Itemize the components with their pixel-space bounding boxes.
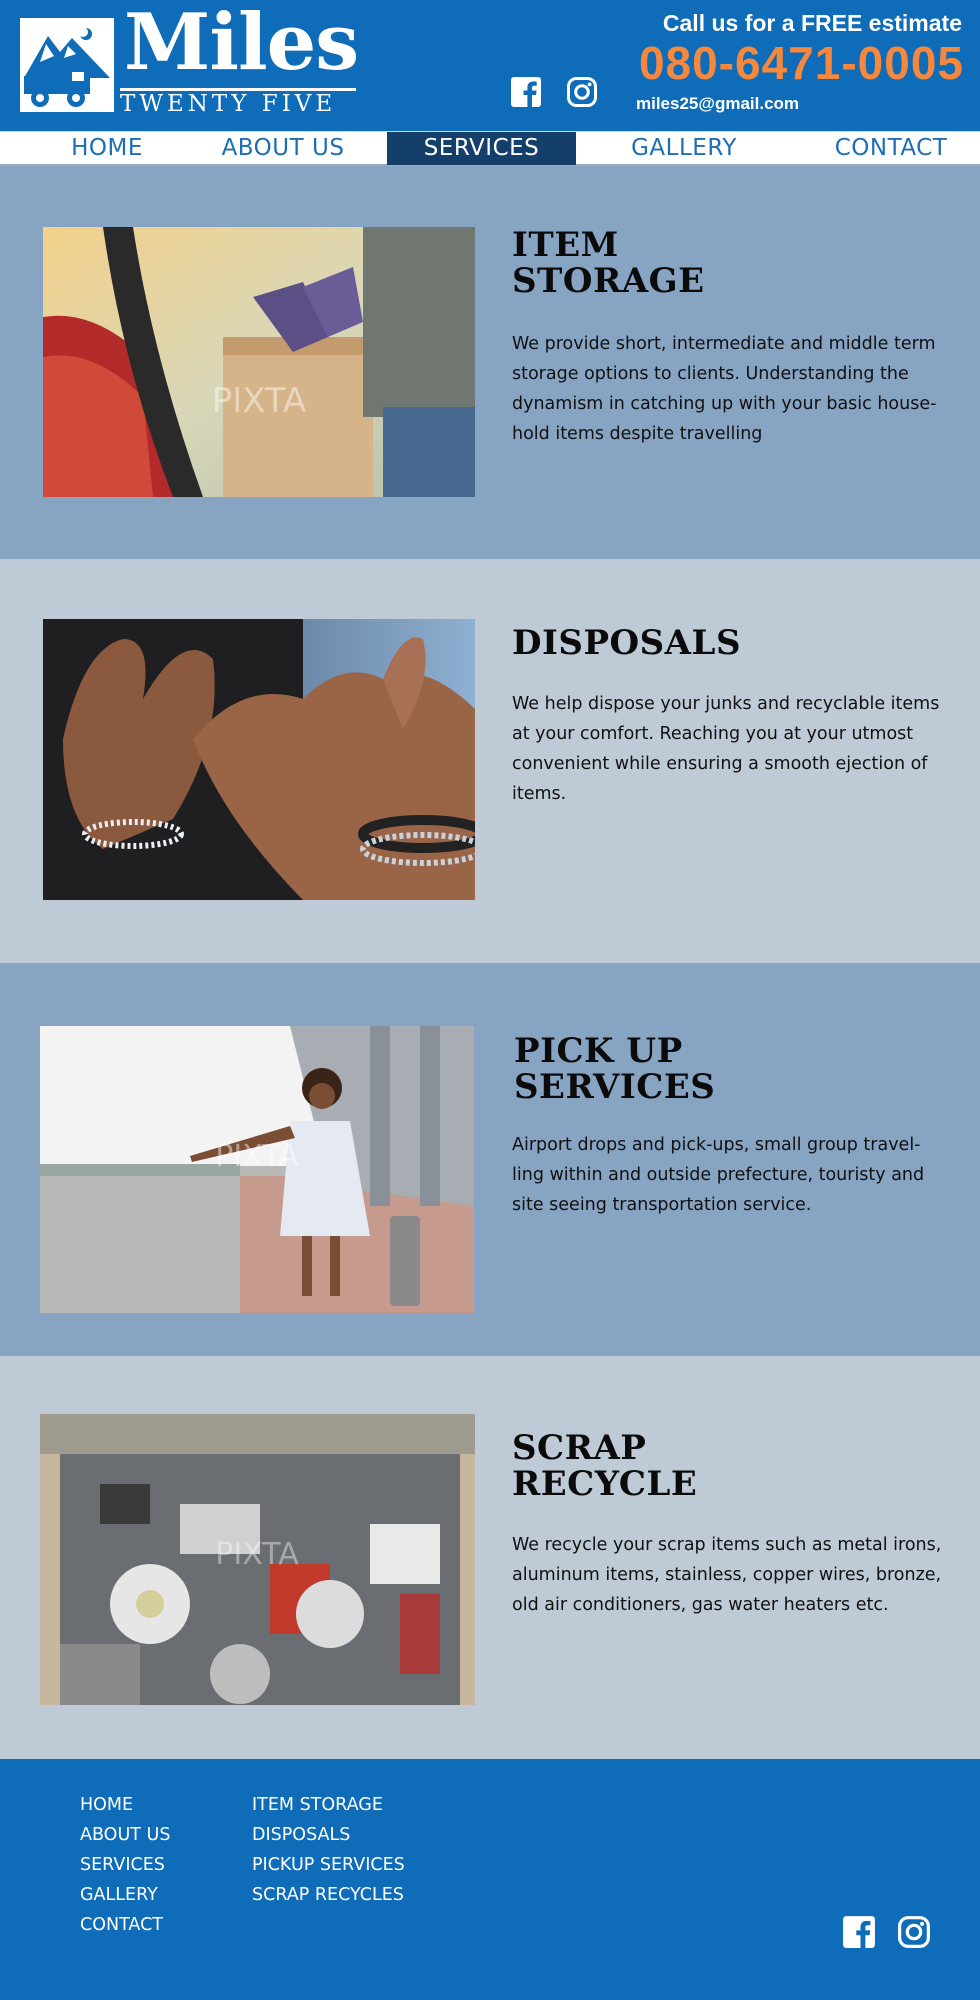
pick-up-photo: PIXTA (40, 1026, 474, 1313)
service-title: SCRAP RECYCLE (512, 1428, 698, 1504)
scrap-recycle-photo: PIXTA (40, 1414, 475, 1705)
service-scrap-recycle: PIXTA SCRAP RECYCLE We recycle your scra… (0, 1356, 980, 1759)
facebook-icon[interactable] (510, 76, 542, 108)
service-description: We recycle your scrap items such as meta… (512, 1535, 942, 1615)
service-disposals: DISPOSALS We help dispose your junks and… (0, 559, 980, 963)
phone-number[interactable]: 080-6471-0005 (639, 36, 964, 90)
service-pick-up: PIXTA PICK UP SERVICES Airport drops and… (0, 963, 980, 1356)
footer-link-services[interactable]: SERVICES (80, 1855, 165, 1875)
service-item-storage: PIXTA ITEM STORAGE We provide short, int… (0, 166, 980, 559)
footer-link-item-storage[interactable]: ITEM STORAGE (252, 1795, 383, 1815)
free-estimate-text: Call us for a FREE estimate (662, 10, 962, 36)
nav-contact[interactable]: CONTACT (810, 132, 972, 165)
facebook-icon[interactable] (842, 1915, 876, 1949)
footer-link-scrap-recycles[interactable]: SCRAP RECYCLES (252, 1885, 404, 1905)
footer-link-disposals[interactable]: DISPOSALS (252, 1825, 350, 1845)
brand-tagline: TWENTY FIVE (120, 88, 356, 116)
email-address[interactable]: miles25@gmail.com (636, 94, 799, 114)
service-title: ITEM STORAGE (512, 225, 705, 301)
nav-home[interactable]: HOME (30, 132, 184, 165)
logo[interactable]: Miles TWENTY FIVE (20, 4, 359, 116)
instagram-icon[interactable] (566, 76, 598, 108)
site-header: Miles TWENTY FIVE Call us for a FREE est… (0, 0, 980, 131)
service-title: DISPOSALS (512, 623, 742, 663)
footer-link-about-us[interactable]: ABOUT US (80, 1825, 170, 1845)
footer-link-gallery[interactable]: GALLERY (80, 1885, 158, 1905)
svg-text:PIXTA: PIXTA (215, 1537, 299, 1572)
service-title: PICK UP SERVICES (514, 1031, 716, 1107)
service-description: We help dispose your junks and recyclabl… (512, 694, 940, 804)
svg-text:PIXTA: PIXTA (212, 381, 307, 421)
disposals-photo (43, 619, 475, 900)
service-description: We provide short, intermediate and middl… (512, 334, 937, 444)
nav-about-us[interactable]: ABOUT US (200, 132, 366, 165)
main-nav: HOME ABOUT US SERVICES GALLERY CONTACT (0, 131, 980, 166)
footer-link-contact[interactable]: CONTACT (80, 1915, 163, 1935)
instagram-icon[interactable] (897, 1915, 931, 1949)
svg-text:PIXTA: PIXTA (215, 1139, 299, 1174)
footer-link-home[interactable]: HOME (80, 1795, 133, 1815)
truck-logo-icon (20, 18, 114, 112)
brand-name: Miles (124, 0, 359, 88)
nav-services[interactable]: SERVICES (387, 132, 576, 165)
nav-gallery[interactable]: GALLERY (604, 132, 764, 165)
footer-link-pickup-services[interactable]: PICKUP SERVICES (252, 1855, 405, 1875)
site-footer: HOME ABOUT US SERVICES GALLERY CONTACT I… (0, 1759, 980, 2000)
item-storage-photo: PIXTA (43, 227, 475, 497)
service-description: Airport drops and pick-ups, small group … (512, 1135, 925, 1215)
